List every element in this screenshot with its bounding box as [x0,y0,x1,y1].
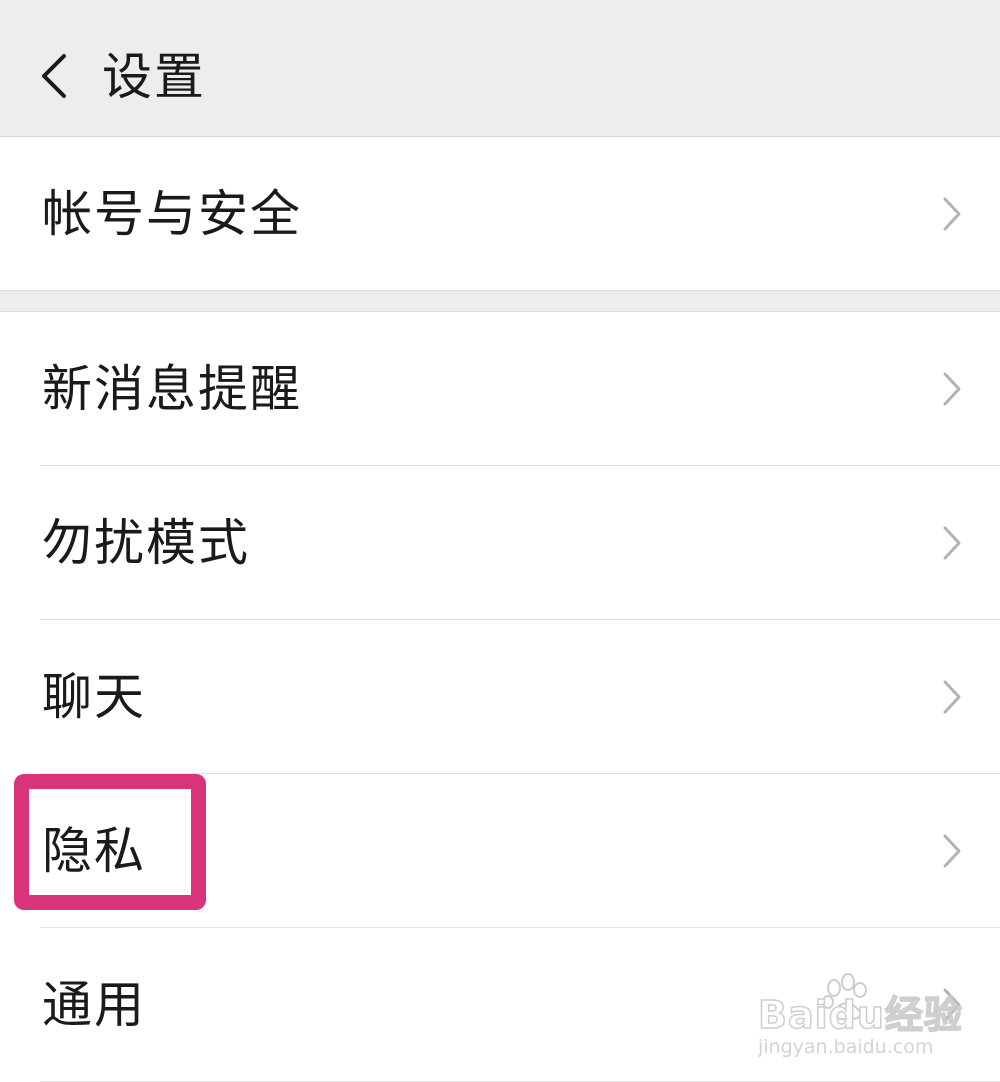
settings-item-label: 通用 [42,976,146,1034]
chevron-right-icon [943,197,961,231]
settings-item-do-not-disturb[interactable]: 勿扰模式 [0,466,1000,620]
chevron-right-icon [943,372,961,406]
settings-group-account: 帐号与安全 [0,137,1000,291]
settings-item-account-security[interactable]: 帐号与安全 [0,137,1000,291]
chevron-right-icon [943,988,961,1022]
back-button[interactable] [24,40,84,112]
settings-item-general[interactable]: 通用 [0,928,1000,1082]
page-title: 设置 [102,48,206,106]
chevron-right-icon [943,526,961,560]
settings-item-label: 聊天 [42,668,146,726]
chevron-right-icon [943,680,961,714]
chevron-left-icon [42,54,66,98]
settings-item-label: 勿扰模式 [42,514,250,572]
header-bar: 设置 [0,0,1000,137]
settings-item-chat[interactable]: 聊天 [0,620,1000,774]
settings-group-main: 新消息提醒 勿扰模式 聊天 隐私 通用 [0,311,1000,1082]
settings-screen: 设置 帐号与安全 新消息提醒 勿扰模式 聊天 隐私 通用 Baidu经验 jin… [0,0,1000,1082]
settings-item-notifications[interactable]: 新消息提醒 [0,312,1000,466]
settings-item-label: 新消息提醒 [42,360,302,418]
settings-item-label: 隐私 [42,822,146,880]
settings-item-label: 帐号与安全 [42,185,302,243]
chevron-right-icon [943,834,961,868]
settings-item-privacy[interactable]: 隐私 [0,774,1000,928]
